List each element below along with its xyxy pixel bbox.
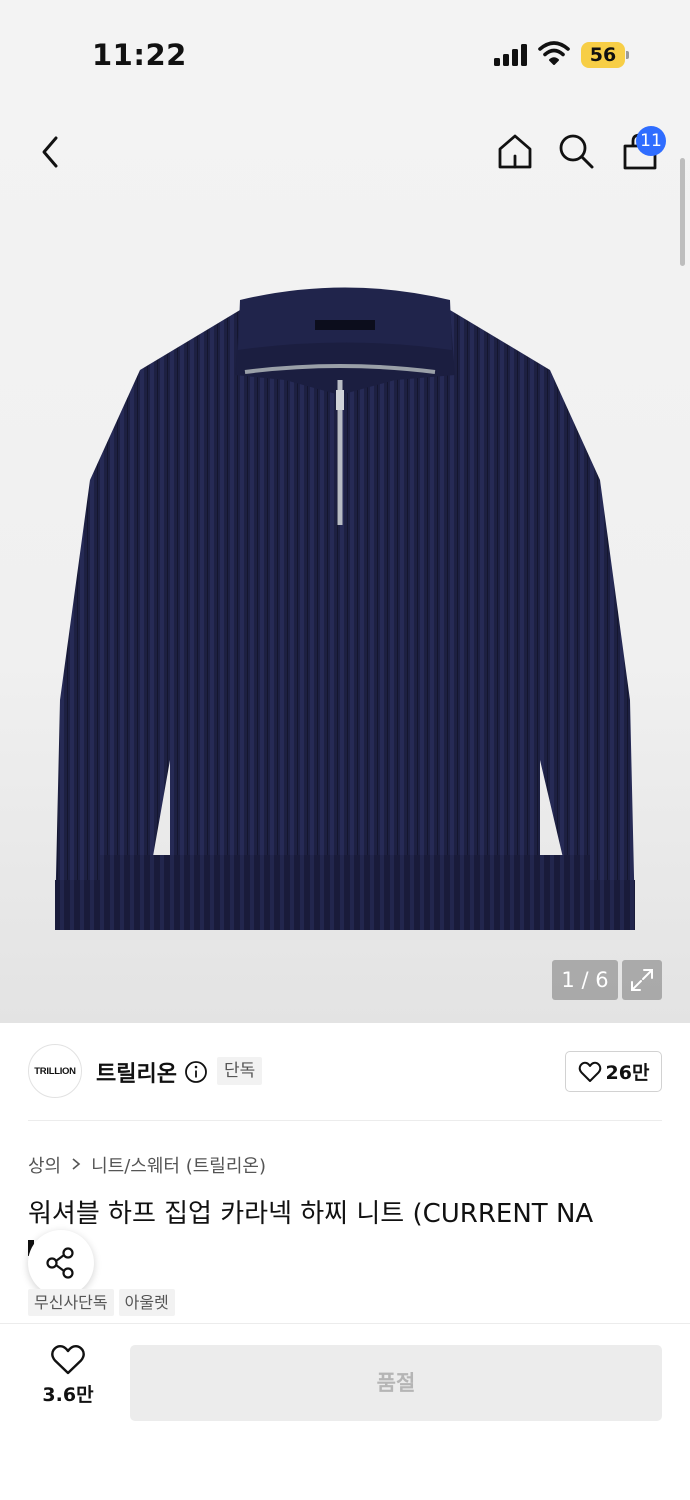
status-time: 11:22 (92, 38, 187, 72)
back-button[interactable] (30, 130, 70, 174)
breadcrumb-category[interactable]: 상의 (28, 1152, 61, 1178)
cellular-signal-icon (494, 44, 528, 66)
status-bar: 11:22 56 (0, 0, 690, 110)
brand-name-link[interactable]: 트릴리온 (96, 1056, 177, 1088)
brand-logo-text: TRILLION (34, 1065, 76, 1077)
info-icon[interactable] (184, 1060, 208, 1084)
chevron-right-icon (71, 1155, 81, 1176)
brand-like-button[interactable]: 26만 (565, 1051, 662, 1092)
wifi-icon (538, 41, 570, 65)
image-counter: 1 / 6 (552, 960, 618, 1000)
tag-outlet: 아울렛 (118, 1289, 175, 1316)
exclusive-badge: 단독 (217, 1057, 263, 1085)
breadcrumb: 상의 니트/스웨터 (트릴리온) (28, 1152, 266, 1178)
product-tags: 무신사단독 아울렛 (28, 1289, 175, 1316)
search-icon (559, 134, 594, 169)
home-icon (498, 134, 532, 169)
product-image[interactable] (40, 280, 650, 960)
share-button[interactable] (28, 1230, 94, 1296)
battery-level: 56 (581, 42, 625, 68)
battery-indicator: 56 (581, 42, 629, 68)
wishlist-button[interactable]: 3.6만 (28, 1344, 108, 1424)
search-button[interactable] (556, 130, 596, 172)
wishlist-count: 3.6만 (42, 1384, 94, 1406)
tag-musinsa-exclusive: 무신사단독 (28, 1289, 114, 1316)
home-button[interactable] (494, 130, 536, 172)
divider (28, 1120, 662, 1121)
expand-icon (631, 969, 653, 991)
product-gallery[interactable]: 1 / 6 (0, 110, 690, 1023)
share-icon (46, 1247, 74, 1279)
scrollbar[interactable] (680, 158, 685, 266)
cart-count-badge: 11 (636, 126, 666, 156)
soldout-button: 품절 (130, 1345, 662, 1421)
brand-like-count: 26만 (605, 1062, 650, 1084)
chevron-left-icon (42, 136, 58, 168)
brand-logo[interactable]: TRILLION (28, 1044, 82, 1098)
expand-image-button[interactable] (622, 960, 662, 1000)
heart-icon (51, 1344, 85, 1375)
breadcrumb-subcategory[interactable]: 니트/스웨터 (트릴리온) (91, 1152, 266, 1178)
product-title: 워셔블 하프 집업 카라넥 하찌 니트 (CURRENT NA (28, 1199, 594, 1229)
heart-icon (578, 1061, 601, 1082)
